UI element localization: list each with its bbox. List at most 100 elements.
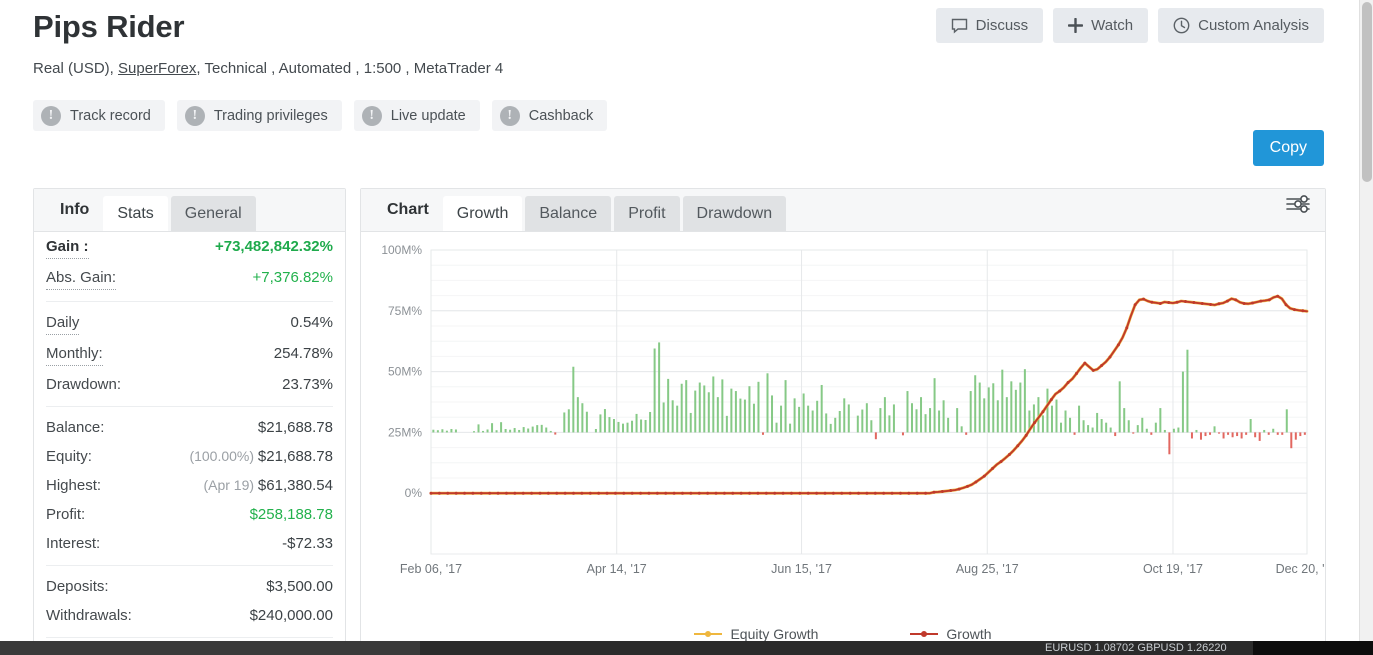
bar	[1223, 432, 1225, 438]
bar	[545, 428, 547, 433]
info-row-value-prefix: (Apr 19)	[203, 477, 257, 493]
bar	[514, 428, 516, 432]
bar	[1092, 428, 1094, 433]
data-point	[974, 481, 977, 484]
bar	[1141, 418, 1143, 433]
data-point	[1033, 421, 1036, 424]
chart-panel: Chart Growth Balance Profit Drawdown 0%2	[360, 188, 1326, 650]
bar	[771, 395, 773, 432]
ticker-quotes: EURUSD 1.08702 GBPUSD 1.26220	[1045, 642, 1227, 654]
tab-general[interactable]: General	[171, 196, 256, 231]
legend-label: Growth	[946, 626, 991, 642]
tab-profit[interactable]: Profit	[614, 196, 679, 231]
data-point	[882, 492, 885, 495]
badge-trading-privileges[interactable]: !Trading privileges	[177, 100, 342, 131]
bar	[1214, 426, 1216, 432]
bar	[1177, 428, 1179, 433]
info-row-value-text: $61,380.54	[258, 477, 333, 494]
watch-button[interactable]: Watch	[1053, 8, 1148, 43]
bar	[1019, 383, 1021, 433]
x-axis-tick-label: Jun 15, '17	[771, 562, 832, 576]
bar	[744, 400, 746, 433]
bar	[631, 421, 633, 433]
custom-analysis-button[interactable]: Custom Analysis	[1158, 8, 1324, 43]
bar	[961, 426, 963, 432]
legend-swatch	[910, 628, 938, 640]
data-point	[1083, 362, 1086, 365]
info-row-deposits: Deposits:$3,500.00	[46, 572, 333, 601]
tab-growth[interactable]: Growth	[443, 196, 523, 231]
data-point	[1050, 398, 1053, 401]
data-point	[480, 492, 483, 495]
bar	[572, 367, 574, 433]
discuss-button[interactable]: Discuss	[936, 8, 1044, 43]
subtitle-rest: , Technical , Automated , 1:500 , MetaTr…	[196, 60, 503, 77]
badge-label: Track record	[70, 108, 151, 124]
data-point	[606, 492, 609, 495]
bar	[906, 391, 908, 432]
info-row-value-text: $3,500.00	[266, 578, 333, 595]
data-point	[547, 492, 550, 495]
data-point	[1184, 300, 1187, 303]
data-point	[773, 492, 776, 495]
page-scrollbar-thumb[interactable]	[1362, 2, 1372, 182]
bar	[1119, 381, 1121, 432]
legend-item-equity-growth[interactable]: Equity Growth	[694, 626, 818, 642]
legend-item-growth[interactable]: Growth	[910, 626, 991, 642]
bar	[1132, 432, 1134, 433]
badge-live-update[interactable]: !Live update	[354, 100, 480, 131]
badge-cashback[interactable]: !Cashback	[492, 100, 607, 131]
data-point	[706, 492, 709, 495]
bar	[527, 429, 529, 433]
info-divider	[46, 301, 333, 302]
data-point	[1008, 453, 1011, 456]
bar	[667, 379, 669, 433]
bar	[636, 414, 638, 432]
info-row-value-text: 23.73%	[282, 376, 333, 393]
data-point	[874, 492, 877, 495]
data-point	[949, 489, 952, 492]
data-point	[916, 492, 919, 495]
info-row-value: $258,188.78	[250, 504, 333, 525]
bar	[1024, 369, 1026, 432]
page-scrollbar[interactable]	[1359, 0, 1373, 641]
broker-link[interactable]: SuperForex	[118, 60, 196, 77]
exclamation-icon: !	[41, 106, 61, 126]
data-point	[966, 485, 969, 488]
bar	[1046, 389, 1048, 433]
data-point	[1067, 381, 1070, 384]
badge-track-record[interactable]: ! Track record	[33, 100, 165, 131]
y-axis-tick-label: 0%	[405, 486, 423, 500]
discuss-label: Discuss	[976, 17, 1029, 34]
bar	[595, 429, 597, 432]
info-row-value: 23.73%	[282, 374, 333, 395]
tab-drawdown[interactable]: Drawdown	[683, 196, 787, 231]
bar	[437, 430, 439, 432]
bar	[988, 387, 990, 432]
copy-button[interactable]: Copy	[1253, 130, 1324, 166]
chart-settings-button[interactable]	[1285, 188, 1325, 231]
ticker-logo	[1253, 641, 1373, 655]
info-row-label: Gain :	[46, 236, 89, 259]
data-point	[1016, 444, 1019, 447]
tab-stats[interactable]: Stats	[103, 196, 167, 231]
data-point	[807, 492, 810, 495]
bar	[432, 430, 434, 433]
bar	[843, 398, 845, 432]
info-row-value-prefix: (100.00%)	[189, 448, 257, 464]
data-point	[656, 492, 659, 495]
bar	[676, 406, 678, 433]
bar	[1263, 430, 1265, 432]
bar	[911, 403, 913, 432]
bar	[730, 389, 732, 433]
data-point	[1041, 410, 1044, 413]
info-row-daily: Daily0.54%	[46, 308, 333, 339]
growth-chart: 0%25M%50M%75M%100M%Feb 06, '17Apr 14, '1…	[361, 232, 1325, 649]
bar	[532, 427, 534, 433]
tab-balance[interactable]: Balance	[525, 196, 611, 231]
bar	[703, 385, 705, 432]
info-row-value-text: $21,688.78	[258, 419, 333, 436]
data-point	[782, 492, 785, 495]
data-point	[430, 492, 433, 495]
y-axis-tick-label: 50M%	[388, 365, 422, 379]
